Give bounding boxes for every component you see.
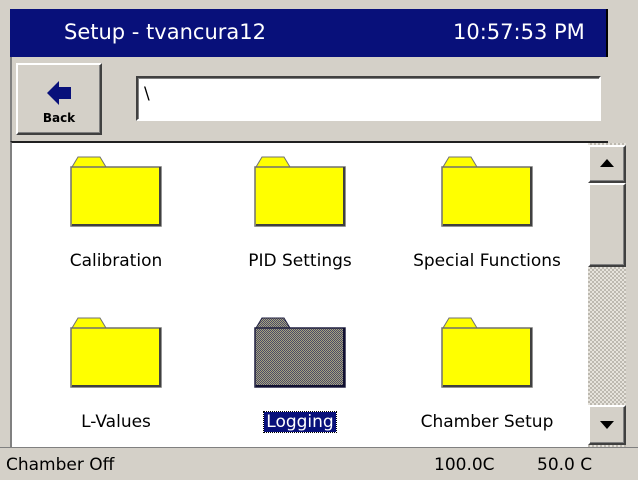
folder-calibration[interactable]: Calibration: [26, 155, 206, 285]
folder-special-functions[interactable]: Special Functions: [397, 155, 577, 285]
setpoint-temperature: 50.0 C: [537, 455, 593, 475]
scroll-down-button[interactable]: [588, 405, 626, 445]
folder-selected-icon: [254, 317, 346, 388]
folder-chamber-setup[interactable]: Chamber Setup: [397, 316, 577, 446]
triangle-down-icon: [600, 421, 614, 429]
back-arrow-icon: [47, 81, 71, 105]
folder-view: Calibration PID Settings Special Functio…: [10, 141, 608, 447]
folder-label: PID Settings: [248, 251, 352, 271]
folder-label-selected: Logging: [263, 411, 337, 433]
back-button-label: Back: [42, 111, 76, 125]
folder-label: Calibration: [69, 251, 163, 271]
folder-icon: [441, 317, 533, 388]
folder-icon: [254, 156, 346, 227]
setup-screen: Setup - tvancura12 10:57:53 PM Back \ Ca…: [0, 0, 638, 480]
folder-icon: [70, 156, 162, 227]
folder-label: L-Values: [81, 412, 151, 432]
window-title: Setup - tvancura12: [64, 20, 266, 44]
actual-temperature: 100.0C: [434, 455, 495, 475]
vertical-scrollbar[interactable]: [588, 143, 626, 447]
triangle-up-icon: [600, 159, 614, 167]
folder-label: Chamber Setup: [420, 412, 554, 432]
toolbar: Back \: [10, 57, 608, 141]
folder-pid-settings[interactable]: PID Settings: [210, 155, 390, 285]
path-field[interactable]: \: [136, 76, 601, 121]
scroll-thumb[interactable]: [588, 183, 626, 267]
title-bar: Setup - tvancura12 10:57:53 PM: [10, 9, 608, 57]
folder-l-values[interactable]: L-Values: [26, 316, 206, 446]
folder-logging[interactable]: Logging: [210, 316, 390, 446]
folder-icon: [441, 156, 533, 227]
back-button[interactable]: Back: [16, 63, 102, 135]
folder-icon: [70, 317, 162, 388]
chamber-status: Chamber Off: [6, 455, 115, 475]
scroll-up-button[interactable]: [588, 145, 626, 183]
folder-label: Special Functions: [413, 251, 561, 271]
status-bar: Chamber Off 100.0C 50.0 C: [0, 447, 638, 480]
clock: 10:57:53 PM: [453, 20, 585, 44]
